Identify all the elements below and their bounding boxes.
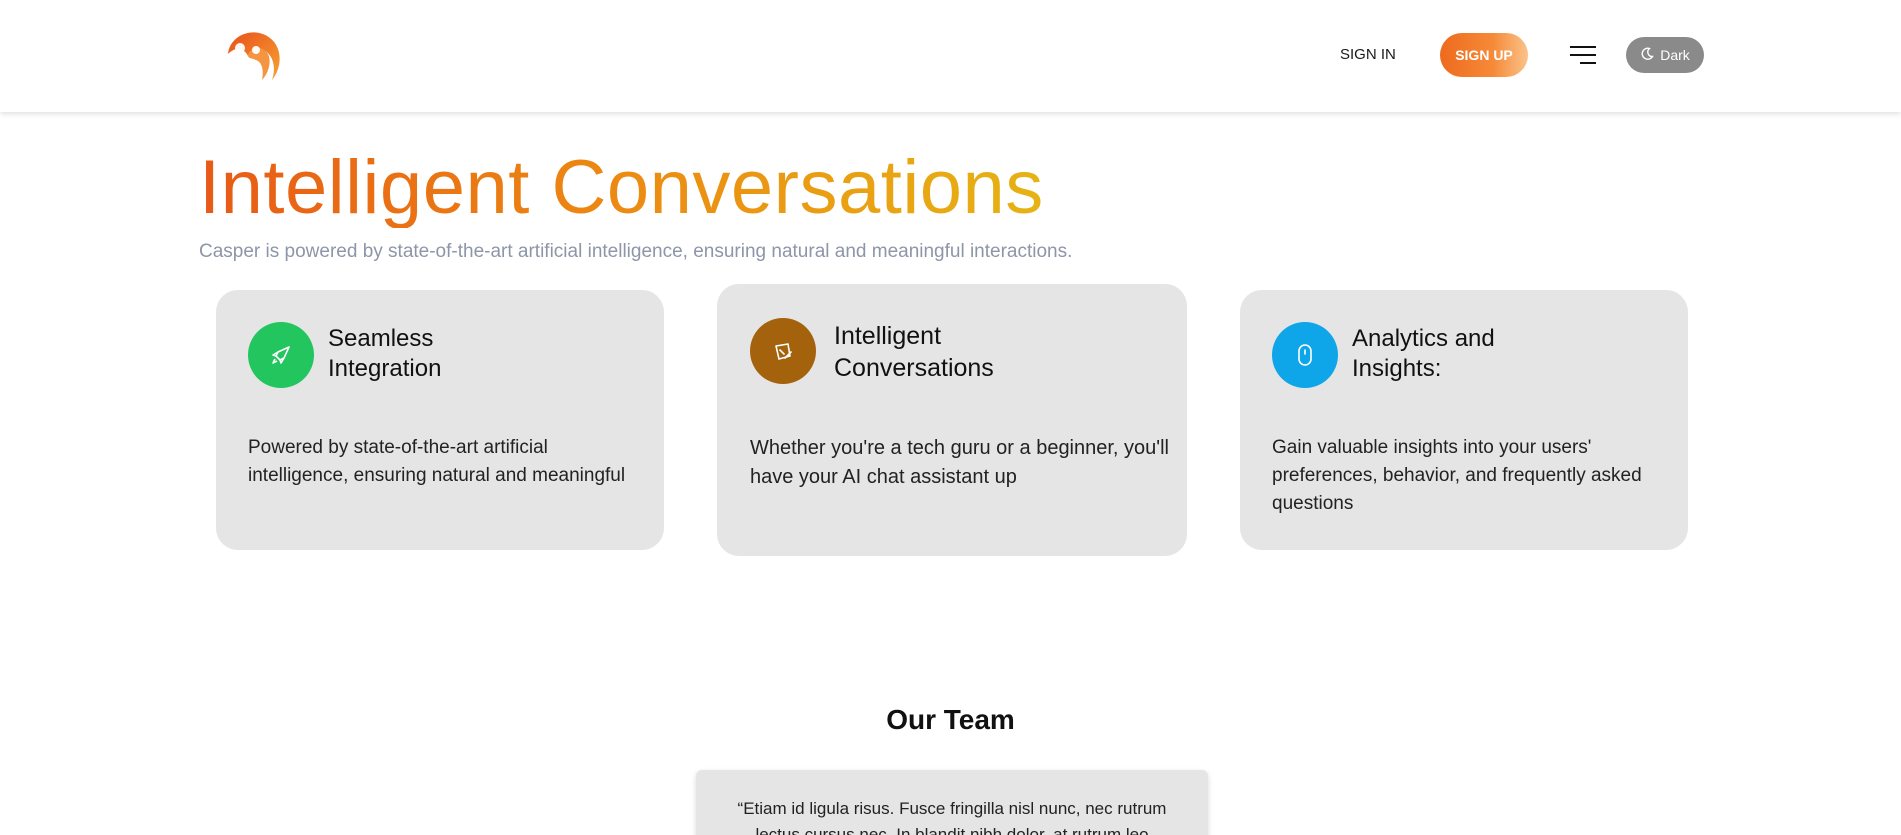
mouse-icon — [1272, 322, 1338, 388]
top-navbar: SIGN IN SIGN UP Dark — [0, 0, 1901, 112]
casper-logo[interactable] — [220, 24, 290, 84]
feature-description: Whether you're a tech guru or a beginner… — [750, 437, 1169, 488]
feature-title: Intelligent Conversations — [834, 322, 994, 382]
feature-card-intelligent-conversations: Intelligent Conversations Whether you're… — [717, 284, 1187, 556]
rocket-icon — [248, 322, 314, 388]
edit-chat-icon — [750, 318, 816, 384]
theme-toggle-label: Dark — [1660, 47, 1690, 63]
feature-title: Analytics and Insights: — [1352, 325, 1495, 382]
moon-icon — [1640, 47, 1654, 64]
sign-in-link[interactable]: SIGN IN — [1340, 40, 1396, 70]
hamburger-menu-icon[interactable] — [1568, 42, 1600, 68]
testimonial-quote: “Etiam id ligula risus. Fusce fringilla … — [737, 799, 1167, 835]
feature-title: Seamless Integration — [328, 325, 442, 382]
sign-up-button[interactable]: SIGN UP — [1440, 33, 1528, 77]
team-section-title: Our Team — [886, 704, 1015, 735]
hero-title: Intelligent Conversations — [199, 138, 1044, 228]
feature-card-analytics-insights: Analytics and Insights: Gain valuable in… — [1240, 290, 1688, 550]
feature-card-seamless-integration: Seamless Integration Powered by state-of… — [216, 290, 664, 550]
theme-toggle-button[interactable]: Dark — [1626, 37, 1704, 73]
feature-description: Powered by state-of-the-art artificial i… — [248, 437, 626, 486]
feature-description: Gain valuable insights into your users' … — [1272, 437, 1642, 514]
testimonial-card: “Etiam id ligula risus. Fusce fringilla … — [696, 770, 1208, 835]
hero-subtitle: Casper is powered by state-of-the-art ar… — [199, 241, 1073, 262]
